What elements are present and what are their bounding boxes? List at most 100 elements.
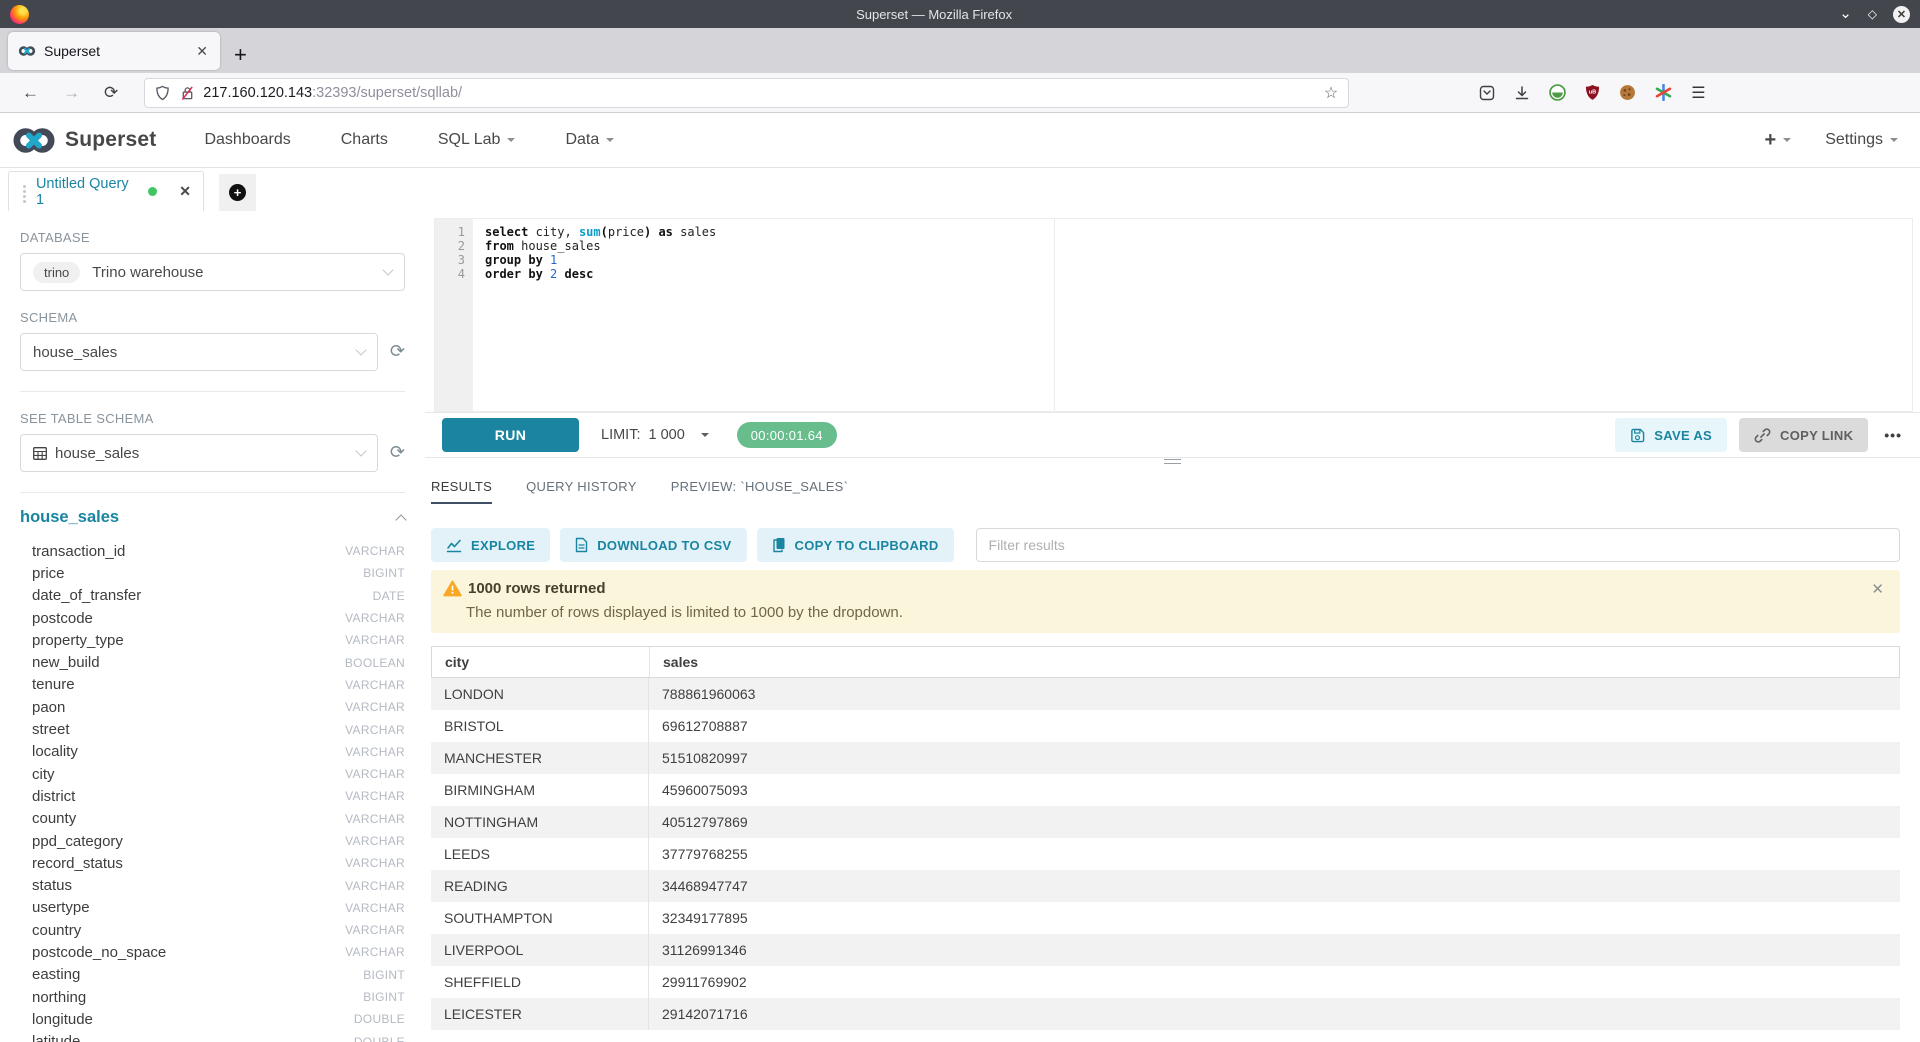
column-type: VARCHAR: [345, 945, 405, 959]
cell-city: BIRMINGHAM: [431, 774, 649, 806]
floppy-disk-icon: [1630, 428, 1645, 443]
url-bar[interactable]: 217.160.120.143:32393/superset/sqllab/ ☆: [144, 78, 1349, 108]
pane-splitter[interactable]: [425, 457, 1920, 465]
column-type: VARCHAR: [345, 723, 405, 737]
explore-button[interactable]: EXPLORE: [431, 528, 550, 562]
see-table-schema-label: SEE TABLE SCHEMA: [20, 411, 405, 426]
schema-select[interactable]: house_sales: [20, 333, 378, 371]
close-query-tab-icon[interactable]: ✕: [179, 183, 191, 200]
column-type: VARCHAR: [345, 700, 405, 714]
tab-query-history[interactable]: QUERY HISTORY: [526, 479, 637, 504]
url-host: 217.160.120.143: [203, 85, 312, 101]
download-icon[interactable]: [1514, 85, 1530, 101]
sql-token: sales: [673, 225, 716, 239]
lock-crossed-icon[interactable]: [180, 85, 195, 101]
more-actions-button[interactable]: •••: [1880, 427, 1906, 443]
table-select[interactable]: house_sales: [20, 434, 378, 472]
save-as-button[interactable]: SAVE AS: [1615, 418, 1727, 452]
back-button[interactable]: ←: [10, 83, 51, 103]
sql-token: 1: [550, 253, 557, 267]
column-row: localityVARCHAR: [20, 741, 405, 763]
column-name: new_build: [32, 654, 100, 671]
table-row: LEICESTER29142071716: [431, 998, 1900, 1030]
run-button[interactable]: RUN: [442, 418, 579, 452]
table-row: LEEDS37779768255: [431, 838, 1900, 870]
column-row: transaction_idVARCHAR: [20, 540, 405, 562]
reload-button[interactable]: ⟳: [92, 83, 130, 103]
column-type: BIGINT: [363, 566, 405, 580]
refresh-tables-icon[interactable]: ⟳: [390, 442, 405, 463]
editor-gutter: 1234: [435, 219, 473, 411]
divider: [20, 391, 405, 392]
copy-link-button[interactable]: COPY LINK: [1739, 418, 1868, 452]
column-row: priceBIGINT: [20, 562, 405, 584]
chevron-down-icon: [701, 433, 709, 441]
firefox-window: Superset — Mozilla Firefox ⌄ ◇ ✕ Superse…: [0, 0, 1920, 1042]
table-grid-icon: [33, 447, 47, 460]
column-header-city[interactable]: city: [432, 647, 650, 677]
cookie-icon[interactable]: [1619, 84, 1636, 101]
close-tab-icon[interactable]: ✕: [194, 43, 210, 60]
nav-item-charts[interactable]: Charts: [341, 131, 388, 149]
table-row: LONDON788861960063: [431, 678, 1900, 710]
url-text[interactable]: 217.160.120.143:32393/superset/sqllab/: [203, 85, 1324, 101]
column-type: VARCHAR: [345, 856, 405, 870]
close-window-button[interactable]: ✕: [1893, 6, 1910, 23]
drag-handle-icon[interactable]: [23, 190, 26, 193]
superset-brand-link[interactable]: Superset: [12, 127, 156, 154]
browser-tab-title: Superset: [44, 43, 194, 59]
results-panel: RESULTS QUERY HISTORY PREVIEW: `HOUSE_SA…: [425, 465, 1920, 1042]
tab-results[interactable]: RESULTS: [431, 479, 492, 504]
nav-item-data[interactable]: Data: [565, 131, 614, 149]
close-alert-icon[interactable]: ✕: [1871, 580, 1884, 598]
extension-asterisk-icon[interactable]: [1655, 84, 1672, 101]
filter-results-input[interactable]: [976, 528, 1900, 562]
cell-sales: 31126991346: [649, 934, 1900, 966]
nav-item-dashboards[interactable]: Dashboards: [204, 131, 290, 149]
column-type: VARCHAR: [345, 879, 405, 893]
collapse-chevron-icon[interactable]: [395, 514, 406, 525]
copy-clipboard-button[interactable]: COPY TO CLIPBOARD: [757, 528, 954, 562]
chevron-down-icon: [355, 445, 366, 456]
query-tab-untitled-query-1[interactable]: Untitled Query 1 ✕: [8, 171, 204, 211]
maximize-button[interactable]: ◇: [1868, 7, 1877, 21]
add-query-tab-button[interactable]: +: [219, 174, 256, 211]
column-row: postcodeVARCHAR: [20, 607, 405, 629]
column-type: VARCHAR: [345, 745, 405, 759]
download-csv-button[interactable]: DOWNLOAD TO CSV: [560, 528, 746, 562]
column-name: usertype: [32, 899, 90, 916]
cell-city: BRISTOL: [431, 710, 649, 742]
results-table-header: city sales: [431, 646, 1900, 678]
add-new-button[interactable]: +: [1765, 129, 1792, 152]
column-row: ppd_categoryVARCHAR: [20, 830, 405, 852]
nav-item-sql-lab[interactable]: SQL Lab: [438, 131, 516, 149]
limit-dropdown[interactable]: LIMIT: 1 000: [601, 427, 709, 443]
window-shade-button[interactable]: ⌄: [1839, 9, 1852, 19]
column-type: BOOLEAN: [345, 656, 405, 670]
column-row: statusVARCHAR: [20, 874, 405, 896]
database-badge: trino: [33, 262, 80, 283]
brand-name: Superset: [65, 128, 156, 152]
code-line: group by 1: [485, 253, 1912, 267]
sql-editor[interactable]: 1234 select city, sum(price) as salesfro…: [434, 218, 1913, 412]
column-row: new_build BOOLEAN: [20, 651, 405, 673]
tab-preview-house-sales[interactable]: PREVIEW: `HOUSE_SALES`: [671, 479, 849, 504]
cell-sales: 32349177895: [649, 902, 1900, 934]
table-schema-title[interactable]: house_sales: [20, 508, 119, 527]
shield-icon[interactable]: [155, 85, 170, 101]
column-header-sales[interactable]: sales: [650, 647, 1899, 677]
cell-sales: 69612708887: [649, 710, 1900, 742]
privacy-mask-icon[interactable]: [1549, 84, 1566, 101]
pocket-icon[interactable]: [1479, 85, 1495, 101]
browser-tab-superset[interactable]: Superset ✕: [8, 32, 220, 70]
new-tab-button[interactable]: +: [234, 45, 247, 65]
column-row: record_statusVARCHAR: [20, 852, 405, 874]
query-tab-bar: Untitled Query 1 ✕ +: [0, 168, 1920, 211]
forward-button[interactable]: →: [51, 83, 92, 103]
hamburger-menu-icon[interactable]: ☰: [1691, 83, 1705, 103]
database-select[interactable]: trino Trino warehouse: [20, 253, 405, 291]
refresh-schemas-icon[interactable]: ⟳: [390, 341, 405, 362]
ublock-shield-icon[interactable]: uB: [1585, 84, 1600, 101]
bookmark-star-icon[interactable]: ☆: [1324, 83, 1338, 103]
settings-menu[interactable]: Settings: [1825, 131, 1898, 149]
